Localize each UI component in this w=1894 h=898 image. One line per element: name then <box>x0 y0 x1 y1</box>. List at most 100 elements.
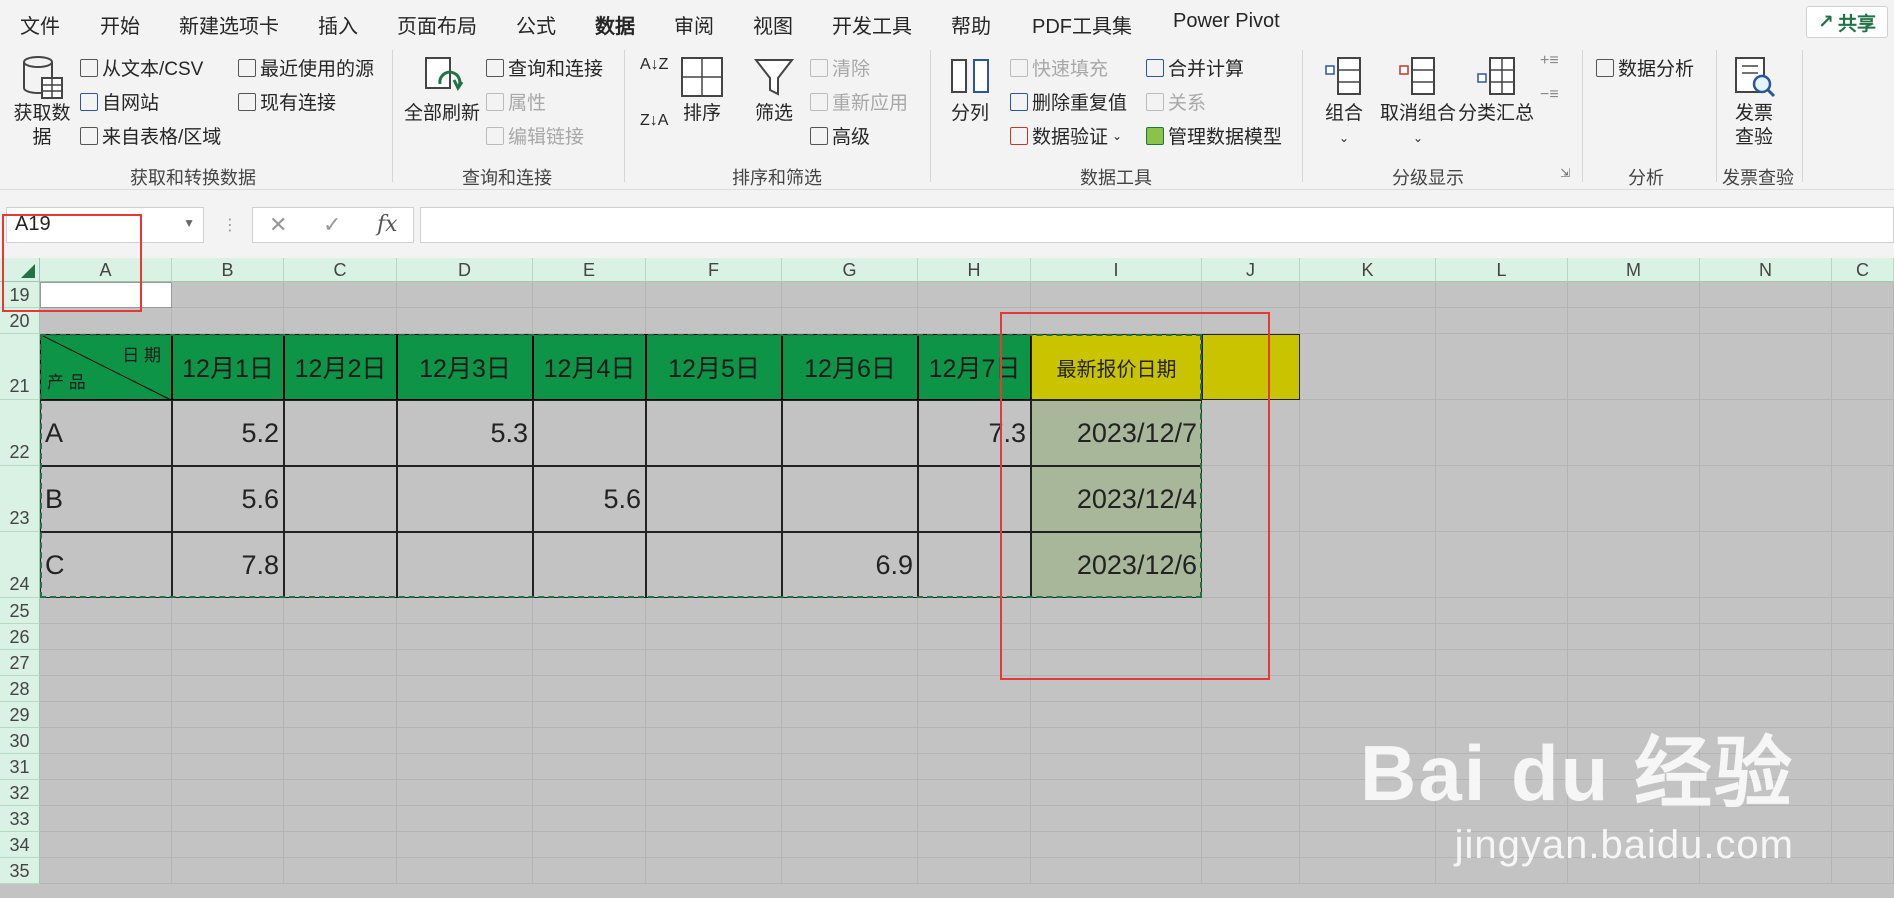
date-header[interactable]: 12月4日 <box>533 334 646 400</box>
column-header[interactable]: A <box>40 258 172 282</box>
get-data-button[interactable]: 获取数据 <box>12 54 72 150</box>
column-header[interactable]: H <box>918 258 1031 282</box>
share-button[interactable]: ↗ 共享 <box>1806 6 1888 38</box>
tab-review[interactable]: 审阅 <box>674 10 714 39</box>
from-web-button[interactable]: 自网站 <box>80 88 159 115</box>
price-cell[interactable] <box>918 532 1031 598</box>
row-header[interactable]: 30 <box>0 728 40 754</box>
tab-home[interactable]: 开始 <box>100 10 140 39</box>
reapply-button[interactable]: 重新应用 <box>810 88 908 115</box>
date-header[interactable]: 12月7日 <box>918 334 1031 400</box>
tab-formulas[interactable]: 公式 <box>516 10 556 39</box>
existing-connections-button[interactable]: 现有连接 <box>238 88 336 115</box>
advanced-filter-button[interactable]: 高级 <box>810 122 870 149</box>
data-validation-button[interactable]: 数据验证 ⌄ <box>1010 122 1122 149</box>
row-header[interactable]: 21 <box>0 334 40 400</box>
price-cell[interactable] <box>646 466 782 532</box>
price-cell[interactable] <box>782 466 918 532</box>
row-header[interactable]: 34 <box>0 832 40 858</box>
tab-help[interactable]: 帮助 <box>951 10 991 39</box>
data-analysis-button[interactable]: 数据分析 <box>1596 54 1694 81</box>
price-cell[interactable]: 5.3 <box>397 400 533 466</box>
price-cell[interactable] <box>284 400 397 466</box>
price-cell[interactable] <box>533 532 646 598</box>
price-cell[interactable] <box>918 466 1031 532</box>
price-cell[interactable]: 7.3 <box>918 400 1031 466</box>
price-cell[interactable] <box>646 532 782 598</box>
column-header[interactable]: L <box>1436 258 1568 282</box>
row-header[interactable]: 20 <box>0 308 40 334</box>
row-header[interactable]: 31 <box>0 754 40 780</box>
date-header[interactable]: 12月5日 <box>646 334 782 400</box>
price-cell[interactable] <box>284 466 397 532</box>
chevron-down-icon[interactable]: ▼ <box>183 216 195 230</box>
properties-button[interactable]: 属性 <box>486 88 546 115</box>
date-header[interactable]: 12月2日 <box>284 334 397 400</box>
price-cell[interactable] <box>646 400 782 466</box>
price-cell[interactable]: 7.8 <box>172 532 284 598</box>
column-header[interactable]: M <box>1568 258 1700 282</box>
row-header[interactable]: 32 <box>0 780 40 806</box>
clear-button[interactable]: 清除 <box>810 54 870 81</box>
column-header[interactable]: C <box>284 258 397 282</box>
row-header[interactable]: 22 <box>0 400 40 466</box>
tab-new-tab[interactable]: 新建选项卡 <box>179 10 279 39</box>
from-text-csv-button[interactable]: 从文本/CSV <box>80 54 203 81</box>
column-header[interactable]: J <box>1202 258 1300 282</box>
tab-view[interactable]: 视图 <box>753 10 793 39</box>
cancel-icon[interactable]: ✕ <box>269 212 287 238</box>
sort-az-button[interactable]: A↓Z <box>640 56 668 74</box>
product-cell[interactable]: B <box>40 466 172 532</box>
row-header[interactable]: 28 <box>0 676 40 702</box>
column-header[interactable]: C <box>1832 258 1894 282</box>
price-cell[interactable]: 5.2 <box>172 400 284 466</box>
latest-date-header[interactable]: 最新报价日期 <box>1031 334 1202 400</box>
date-header[interactable]: 12月6日 <box>782 334 918 400</box>
price-cell[interactable] <box>533 400 646 466</box>
date-header[interactable]: 12月1日 <box>172 334 284 400</box>
price-cell[interactable] <box>782 400 918 466</box>
sort-za-button[interactable]: Z↓A <box>640 112 668 130</box>
consolidate-button[interactable]: 合并计算 <box>1146 54 1244 81</box>
tab-data[interactable]: 数据 <box>595 10 635 47</box>
text-to-columns-button[interactable]: 分列 <box>948 54 992 126</box>
latest-date-cell[interactable]: 2023/12/4 <box>1031 466 1202 532</box>
date-header[interactable]: 12月3日 <box>397 334 533 400</box>
tab-insert[interactable]: 插入 <box>318 10 358 39</box>
column-header[interactable]: I <box>1031 258 1202 282</box>
invoice-check-button[interactable]: 发票查验 <box>1732 54 1776 150</box>
table-corner-header[interactable]: 日 期产 品 <box>40 334 172 400</box>
price-cell[interactable] <box>284 532 397 598</box>
confirm-icon[interactable]: ✓ <box>323 212 341 238</box>
tab-power-pivot[interactable]: Power Pivot <box>1173 10 1280 33</box>
hide-detail-button[interactable]: −≡ <box>1540 86 1559 104</box>
price-cell[interactable]: 5.6 <box>533 466 646 532</box>
relationships-button[interactable]: 关系 <box>1146 88 1206 115</box>
column-header[interactable]: E <box>533 258 646 282</box>
row-header[interactable]: 19 <box>0 282 40 308</box>
insert-function-icon[interactable]: fx <box>377 212 398 237</box>
row-header[interactable]: 25 <box>0 598 40 624</box>
queries-connections-button[interactable]: 查询和连接 <box>486 54 603 81</box>
selected-cell-a19[interactable] <box>40 282 172 308</box>
refresh-all-button[interactable]: 全部刷新 <box>404 54 480 126</box>
flash-fill-button[interactable]: 快速填充 <box>1010 54 1108 81</box>
manage-data-model-button[interactable]: 管理数据模型 <box>1146 122 1282 149</box>
sort-button[interactable]: 排序 <box>680 54 724 126</box>
latest-date-cell[interactable]: 2023/12/7 <box>1031 400 1202 466</box>
column-header[interactable]: D <box>397 258 533 282</box>
row-header[interactable]: 33 <box>0 806 40 832</box>
tab-pdf-tools[interactable]: PDF工具集 <box>1032 10 1132 39</box>
row-header[interactable]: 29 <box>0 702 40 728</box>
product-cell[interactable]: C <box>40 532 172 598</box>
column-header[interactable]: N <box>1700 258 1832 282</box>
row-header[interactable]: 24 <box>0 532 40 598</box>
column-header[interactable]: G <box>782 258 918 282</box>
from-table-button[interactable]: 来自表格/区域 <box>80 122 221 149</box>
price-cell[interactable] <box>397 466 533 532</box>
more-options-icon[interactable]: ⋮ <box>222 215 238 235</box>
latest-date-cell[interactable]: 2023/12/6 <box>1031 532 1202 598</box>
column-header[interactable]: F <box>646 258 782 282</box>
ungroup-button[interactable]: 取消组合 ⌄ <box>1380 54 1456 150</box>
select-all-corner[interactable] <box>0 258 40 282</box>
